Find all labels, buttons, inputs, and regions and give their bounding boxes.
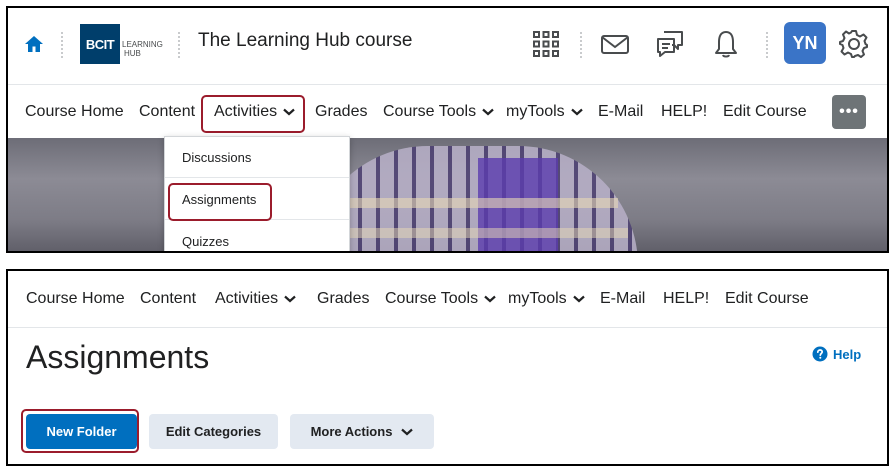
highlight-activities xyxy=(201,95,305,133)
nav-course-tools-label: Course Tools xyxy=(383,102,477,120)
assignments-page-panel: Course Home Content Activities Grades Co… xyxy=(6,269,889,466)
chevron-down-icon xyxy=(570,108,583,115)
nav-mytools[interactable]: myTools xyxy=(506,85,583,138)
more-nav-button[interactable]: ••• xyxy=(832,95,866,129)
edit-categories-button[interactable]: Edit Categories xyxy=(149,414,278,449)
nav-mytools-label: myTools xyxy=(506,102,565,120)
divider xyxy=(766,32,768,58)
nav-activities[interactable]: Activities xyxy=(215,271,296,327)
nav-grades[interactable]: Grades xyxy=(315,85,367,138)
home-icon[interactable] xyxy=(24,34,44,54)
chat-icon[interactable] xyxy=(654,28,686,60)
bell-icon[interactable] xyxy=(710,28,742,60)
nav-activities-label: Activities xyxy=(215,290,279,307)
chevron-down-icon xyxy=(284,295,296,303)
apps-grid-icon[interactable] xyxy=(530,28,562,60)
nav-help[interactable]: HELP! xyxy=(663,271,709,327)
logo-subtext: LEARNING HUB xyxy=(122,40,163,58)
course-title[interactable]: The Learning Hub course xyxy=(198,30,412,52)
highlight-assignments xyxy=(168,183,272,221)
nav-mytools-label: myTools xyxy=(508,290,567,307)
nav-course-tools[interactable]: Course Tools xyxy=(385,271,496,327)
nav-email[interactable]: E-Mail xyxy=(600,271,645,327)
activities-dropdown-menu: Discussions Assignments Quizzes xyxy=(164,136,350,251)
divider xyxy=(61,32,63,58)
nav-grades[interactable]: Grades xyxy=(317,271,369,327)
nav-help[interactable]: HELP! xyxy=(661,85,707,138)
chevron-down-icon xyxy=(484,295,496,303)
menu-item-discussions[interactable]: Discussions xyxy=(165,137,349,178)
nav-email[interactable]: E-Mail xyxy=(598,85,643,138)
help-label: Help xyxy=(833,346,862,362)
menu-item-quizzes[interactable]: Quizzes xyxy=(165,221,349,251)
chevron-down-icon xyxy=(401,428,414,435)
minibar: BCIT LEARNING HUB The Learning Hub cours… xyxy=(8,8,887,84)
nav-content[interactable]: Content xyxy=(139,85,195,138)
divider xyxy=(580,32,582,58)
divider xyxy=(178,32,180,58)
mail-icon[interactable] xyxy=(599,28,631,60)
more-actions-label: More Actions xyxy=(310,424,393,439)
nav-mytools[interactable]: myTools xyxy=(508,271,585,327)
help-icon xyxy=(812,346,828,362)
page-title: Assignments xyxy=(26,339,210,375)
help-link[interactable]: Help xyxy=(812,346,861,362)
course-banner-image xyxy=(8,138,887,251)
avatar[interactable]: YN xyxy=(784,22,826,64)
course-header-panel: BCIT LEARNING HUB The Learning Hub cours… xyxy=(6,6,889,253)
nav-course-home[interactable]: Course Home xyxy=(25,85,124,138)
course-navbar: Course Home Content Activities Grades Co… xyxy=(8,271,887,328)
nav-edit-course[interactable]: Edit Course xyxy=(723,85,807,138)
nav-course-home[interactable]: Course Home xyxy=(26,271,125,327)
chevron-down-icon xyxy=(482,108,494,115)
gear-icon[interactable] xyxy=(838,28,870,60)
bcit-logo[interactable]: BCIT xyxy=(80,24,120,64)
nav-content[interactable]: Content xyxy=(140,271,196,327)
nav-course-tools-label: Course Tools xyxy=(385,290,479,307)
chevron-down-icon xyxy=(572,295,585,303)
highlight-new-folder xyxy=(21,409,139,453)
more-actions-button[interactable]: More Actions xyxy=(290,414,434,449)
nav-edit-course[interactable]: Edit Course xyxy=(725,271,809,327)
course-navbar: Course Home Content Activities Grades Co… xyxy=(8,84,887,138)
nav-course-tools[interactable]: Course Tools xyxy=(383,85,494,138)
